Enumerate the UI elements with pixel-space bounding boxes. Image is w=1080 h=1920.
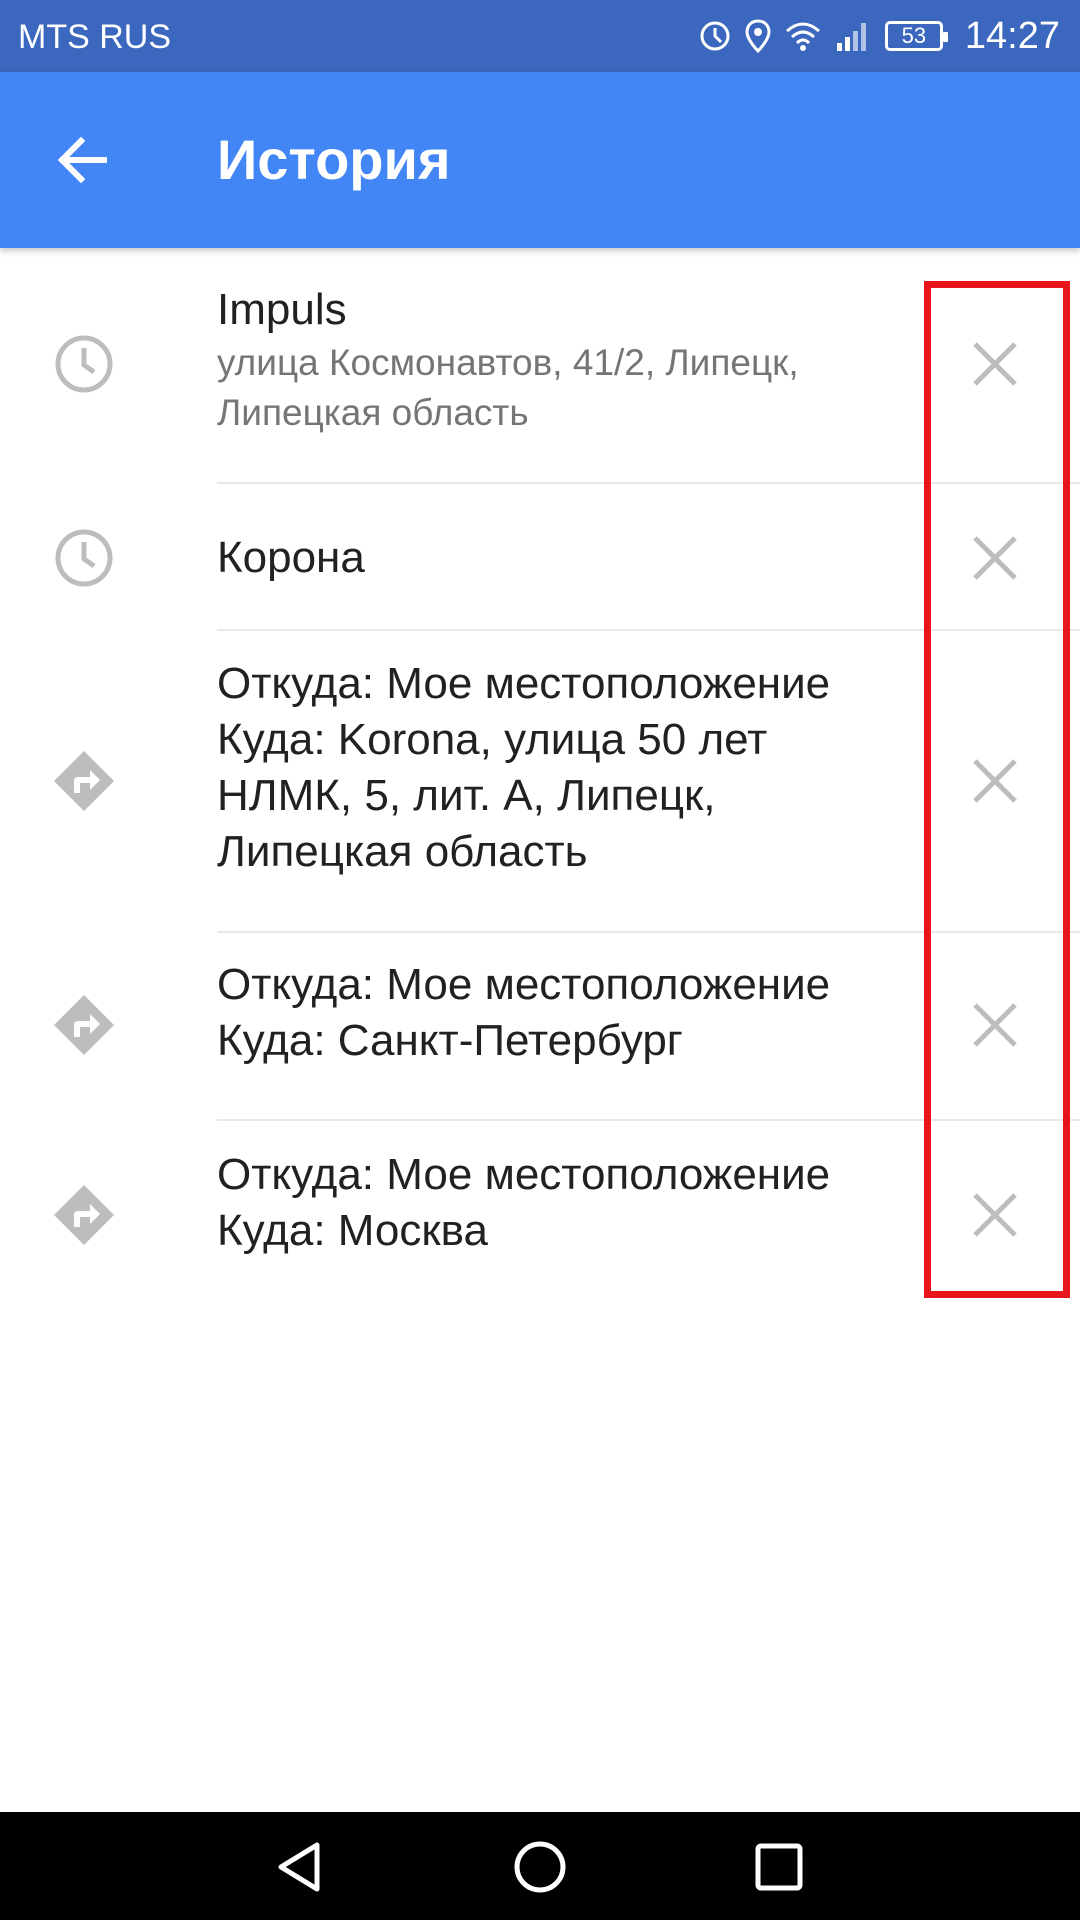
close-icon <box>973 536 1017 580</box>
page-title: История <box>217 128 451 191</box>
history-item-title: Корона <box>217 533 365 582</box>
battery-level: 53 <box>901 23 927 48</box>
nav-home-button[interactable] <box>500 1832 580 1902</box>
history-item-route: Откуда: Мое местоположение Куда: Санкт-П… <box>217 960 831 1065</box>
remove-history-button[interactable] <box>955 741 1035 821</box>
history-list: Impuls улица Космонавтов, 41/2, Липецк, … <box>0 248 1080 1311</box>
carrier-name: MTS RUS <box>18 18 171 56</box>
close-icon <box>973 1003 1017 1047</box>
history-item[interactable]: Откуда: Мое местоположение Куда: Korona,… <box>0 631 1080 933</box>
clock-icon <box>52 332 116 396</box>
nav-back-button[interactable] <box>259 1832 339 1902</box>
history-item-text: Откуда: Мое местоположение Куда: Korona,… <box>217 656 917 880</box>
close-icon <box>973 1193 1017 1237</box>
back-button[interactable] <box>44 122 120 198</box>
history-item-text: Откуда: Мое местоположение Куда: Санкт-П… <box>217 957 917 1069</box>
clock-icon <box>52 526 116 590</box>
back-triangle-icon <box>278 1842 320 1892</box>
history-item-text: Impuls улица Космонавтов, 41/2, Липецк, … <box>217 282 917 438</box>
close-icon <box>973 342 1017 386</box>
arrow-back-icon <box>57 137 107 183</box>
recents-square-icon <box>755 1843 803 1891</box>
directions-icon <box>52 993 116 1057</box>
directions-icon <box>52 1183 116 1247</box>
status-bar: MTS RUS 53 14:27 <box>0 0 1080 72</box>
history-item-text: Откуда: Мое местоположение Куда: Москва <box>217 1147 917 1259</box>
battery-icon: 53 <box>884 21 948 51</box>
status-time: 14:27 <box>964 15 1060 57</box>
home-circle-icon <box>514 1841 566 1893</box>
location-icon <box>745 19 771 53</box>
history-item-address: улица Космонавтов, 41/2, Липецк, Липецка… <box>217 342 799 433</box>
history-item[interactable]: Impuls улица Космонавтов, 41/2, Липецк, … <box>0 248 1080 484</box>
signal-icon <box>836 23 866 51</box>
history-item-route: Откуда: Мое местоположение Куда: Korona,… <box>217 659 831 876</box>
wifi-icon <box>785 22 820 51</box>
history-item[interactable]: Откуда: Мое местоположение Куда: Санкт-П… <box>0 933 1080 1121</box>
app-bar: История <box>0 72 1080 248</box>
remove-history-button[interactable] <box>955 518 1035 598</box>
remove-history-button[interactable] <box>955 324 1035 404</box>
data-saver-icon <box>700 21 730 51</box>
remove-history-button[interactable] <box>955 1175 1035 1255</box>
status-icons: 53 14:27 <box>699 14 1060 58</box>
remove-history-button[interactable] <box>955 985 1035 1065</box>
directions-icon <box>52 749 116 813</box>
history-item-title: Impuls <box>217 285 347 334</box>
history-item[interactable]: Откуда: Мое местоположение Куда: Москва <box>0 1121 1080 1311</box>
history-item-text: Корона <box>217 530 917 586</box>
history-item[interactable]: Корона <box>0 484 1080 631</box>
nav-recents-button[interactable] <box>739 1832 819 1902</box>
history-item-route: Откуда: Мое местоположение Куда: Москва <box>217 1150 831 1255</box>
navigation-bar <box>0 1812 1080 1920</box>
close-icon <box>973 759 1017 803</box>
